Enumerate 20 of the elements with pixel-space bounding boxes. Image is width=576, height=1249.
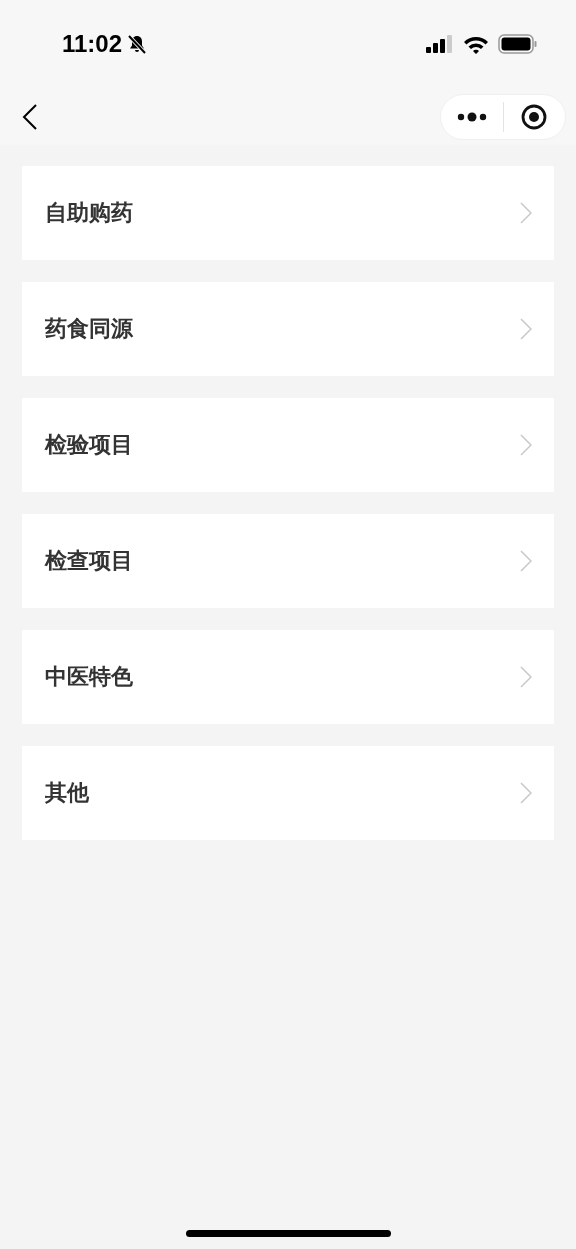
back-icon[interactable] (22, 103, 38, 130)
chevron-right-icon (520, 666, 532, 688)
chevron-right-icon (520, 202, 532, 224)
wifi-icon (463, 34, 489, 54)
signal-icon (426, 35, 454, 53)
chevron-right-icon (520, 550, 532, 572)
menu-item[interactable]: 检查项目 (22, 514, 554, 608)
menu-item[interactable]: 中医特色 (22, 630, 554, 724)
more-icon[interactable] (456, 110, 487, 123)
chevron-right-icon (520, 782, 532, 804)
menu-item[interactable]: 自助购药 (22, 166, 554, 260)
chevron-right-icon (520, 434, 532, 456)
muted-bell-icon (126, 33, 149, 55)
status-time: 11:02 (62, 30, 123, 58)
menu-item[interactable]: 其他 (22, 746, 554, 840)
close-target-icon[interactable] (521, 103, 548, 130)
battery-icon (498, 34, 538, 54)
menu-item[interactable]: 药食同源 (22, 282, 554, 376)
menu-item[interactable]: 检验项目 (22, 398, 554, 492)
chevron-right-icon (520, 318, 532, 340)
